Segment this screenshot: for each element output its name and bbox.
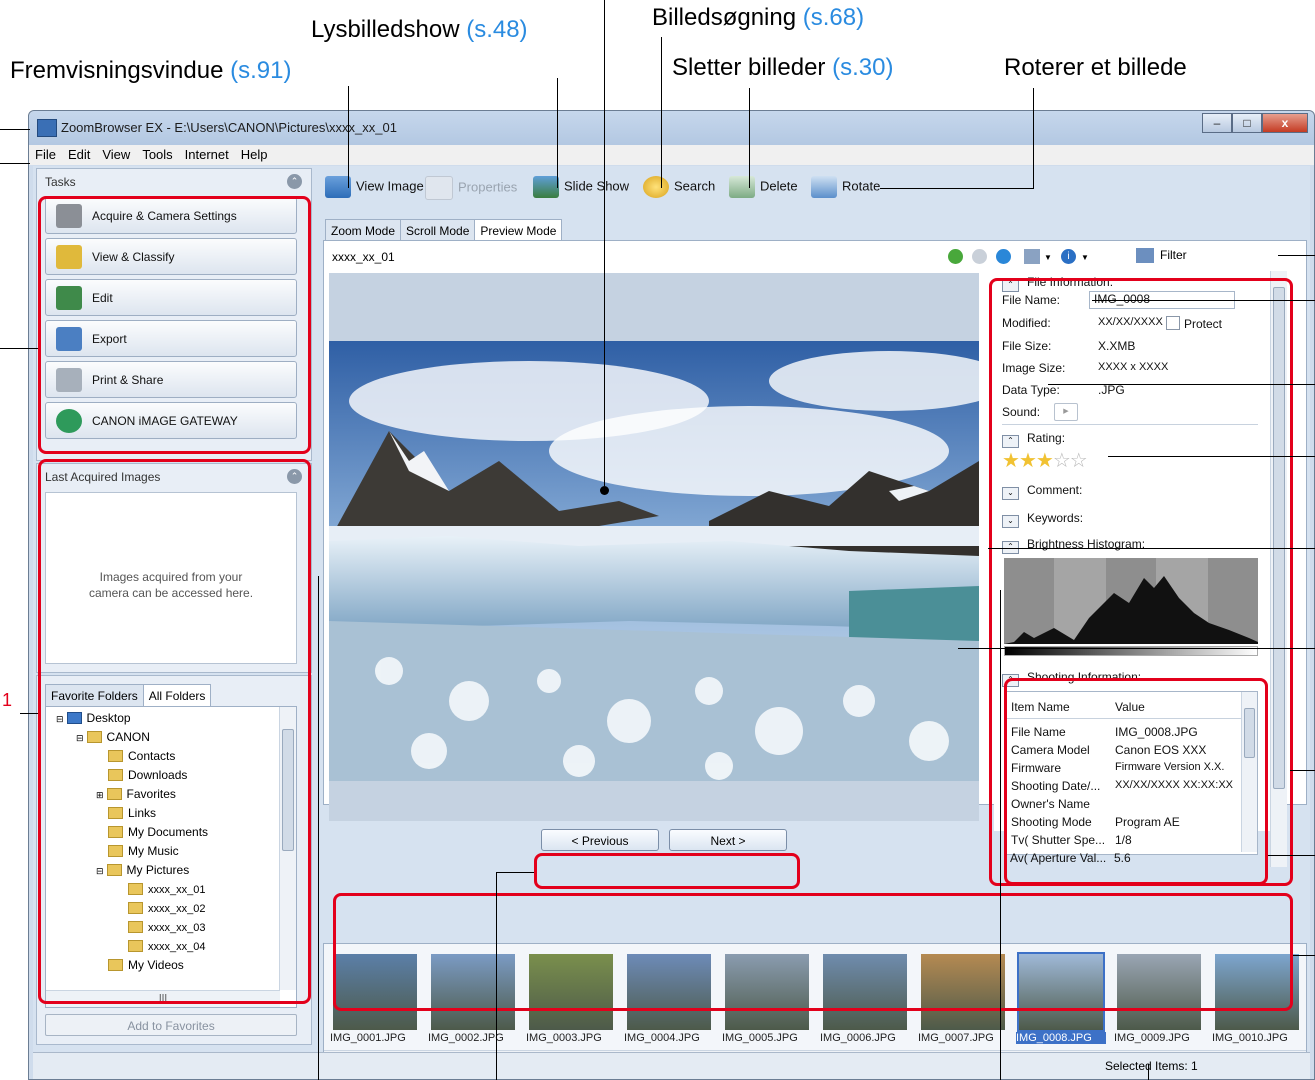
highlight-shooting-info xyxy=(1004,678,1268,885)
minimize-button[interactable]: – xyxy=(1202,113,1232,133)
callout-viewer: Fremvisningsvindue (s.91) xyxy=(10,57,292,84)
app-icon xyxy=(37,119,57,137)
info-icon[interactable]: i xyxy=(1061,249,1076,264)
thumbnail-label: IMG_0001.JPG xyxy=(330,1032,406,1044)
thumbnail-label: IMG_0010.JPG xyxy=(1212,1032,1288,1044)
chevron-down-icon[interactable]: ▼ xyxy=(1081,253,1089,262)
collapse-icon[interactable]: ⌃ xyxy=(287,174,302,189)
up-icon[interactable] xyxy=(996,249,1011,264)
thumbnail-label: IMG_0002.JPG xyxy=(428,1032,504,1044)
leader-line xyxy=(1290,770,1315,771)
delete-button[interactable]: Delete xyxy=(729,176,798,200)
highlight-left-panels xyxy=(38,459,311,1004)
leader-line xyxy=(749,88,750,188)
next-button[interactable]: Next > xyxy=(669,829,787,851)
menu-internet[interactable]: Internet xyxy=(179,145,235,164)
thumbnail-label: IMG_0008.JPG xyxy=(1016,1032,1106,1044)
previous-button[interactable]: < Previous xyxy=(541,829,659,851)
properties-icon xyxy=(425,176,453,200)
leader-line xyxy=(1048,384,1315,385)
tab-zoom-mode[interactable]: Zoom Mode xyxy=(325,219,402,241)
highlight-nav-buttons xyxy=(534,853,800,889)
menu-file[interactable]: File xyxy=(29,145,62,164)
callout-slideshow: Lysbilledshow (s.48) xyxy=(311,16,528,43)
tab-scroll-mode[interactable]: Scroll Mode xyxy=(400,219,476,241)
menu-edit[interactable]: Edit xyxy=(62,145,96,164)
menu-help[interactable]: Help xyxy=(235,145,274,164)
add-to-favorites-button[interactable]: Add to Favorites xyxy=(45,1014,297,1036)
leader-line xyxy=(958,648,1315,649)
preview-image[interactable] xyxy=(329,341,979,781)
display-options-icon[interactable] xyxy=(1024,249,1040,264)
status-bar: Selected Items: 1 xyxy=(33,1052,1310,1079)
leader-line xyxy=(1268,855,1315,856)
leader-line xyxy=(0,129,30,130)
leader-line xyxy=(1033,88,1034,188)
thumbnail-label: IMG_0006.JPG xyxy=(820,1032,896,1044)
toolbar: View Image Properties Slide Show Search … xyxy=(321,166,1310,210)
glacier-photo xyxy=(329,341,979,781)
leader-line xyxy=(557,78,558,188)
leader-line xyxy=(318,576,319,1080)
rotate-button[interactable]: Rotate xyxy=(811,176,880,200)
callout-dot xyxy=(600,486,609,495)
tasks-header: Tasks xyxy=(45,175,76,189)
trash-icon xyxy=(729,176,755,198)
leader-line xyxy=(1148,1064,1149,1080)
window-title: ZoomBrowser EX - E:\Users\CANON\Pictures… xyxy=(61,120,397,135)
menu-tools[interactable]: Tools xyxy=(136,145,178,164)
leader-line xyxy=(496,872,497,1080)
leader-line xyxy=(1293,955,1315,956)
leader-line xyxy=(0,163,30,164)
tab-preview-mode[interactable]: Preview Mode xyxy=(474,219,563,241)
image-area xyxy=(329,273,979,821)
leader-line xyxy=(496,872,534,873)
thumbnail-label: IMG_0007.JPG xyxy=(918,1032,994,1044)
thumbnail-label: IMG_0009.JPG xyxy=(1114,1032,1190,1044)
leader-line xyxy=(661,37,662,188)
callout-marker-1: 1 xyxy=(2,690,13,710)
filter-button[interactable]: Filter xyxy=(1136,248,1187,264)
callout-rotate: Roterer et billede xyxy=(1004,54,1187,81)
menu-view[interactable]: View xyxy=(96,145,136,164)
close-button[interactable]: x xyxy=(1262,113,1308,133)
leader-line xyxy=(988,548,1315,549)
thumbnail-label: IMG_0005.JPG xyxy=(722,1032,798,1044)
chevron-down-icon[interactable]: ▼ xyxy=(1044,253,1052,262)
leader-line xyxy=(880,188,1034,189)
folder-name: xxxx_xx_01 xyxy=(332,250,395,264)
filter-icon xyxy=(1136,248,1154,264)
leader-line xyxy=(348,86,349,188)
leader-line xyxy=(1092,300,1315,301)
rotate-icon xyxy=(811,176,837,198)
mode-tabs: Zoom Mode Scroll Mode Preview Mode xyxy=(325,219,563,241)
menu-bar: File Edit View Tools Internet Help xyxy=(29,145,1314,165)
search-button[interactable]: Search xyxy=(643,176,715,200)
callout-delete: Sletter billeder (s.30) xyxy=(672,54,894,81)
maximize-button[interactable]: □ xyxy=(1232,113,1262,133)
view-image-button[interactable]: View Image xyxy=(325,176,424,200)
slideshow-button[interactable]: Slide Show xyxy=(533,176,629,200)
leader-line xyxy=(1000,590,1001,1080)
back-icon[interactable] xyxy=(948,249,963,264)
leader-line xyxy=(1108,456,1315,457)
leader-line xyxy=(1278,255,1315,256)
properties-button[interactable]: Properties xyxy=(425,176,517,200)
forward-icon[interactable] xyxy=(972,249,987,264)
panel-splitter[interactable] xyxy=(314,168,320,1051)
thumbnail-label: IMG_0004.JPG xyxy=(624,1032,700,1044)
leader-line xyxy=(0,348,38,349)
title-bar: ZoomBrowser EX - E:\Users\CANON\Pictures… xyxy=(29,111,1314,145)
callout-search: Billedsøgning (s.68) xyxy=(652,4,865,31)
leader-line xyxy=(20,713,38,714)
leader-line xyxy=(604,0,605,486)
selected-items-count: Selected Items: 1 xyxy=(1105,1059,1198,1073)
highlight-tasks xyxy=(38,196,311,454)
thumbnail-label: IMG_0003.JPG xyxy=(526,1032,602,1044)
search-icon xyxy=(643,176,669,198)
slideshow-icon xyxy=(533,176,559,198)
highlight-thumbnails xyxy=(333,893,1293,1011)
